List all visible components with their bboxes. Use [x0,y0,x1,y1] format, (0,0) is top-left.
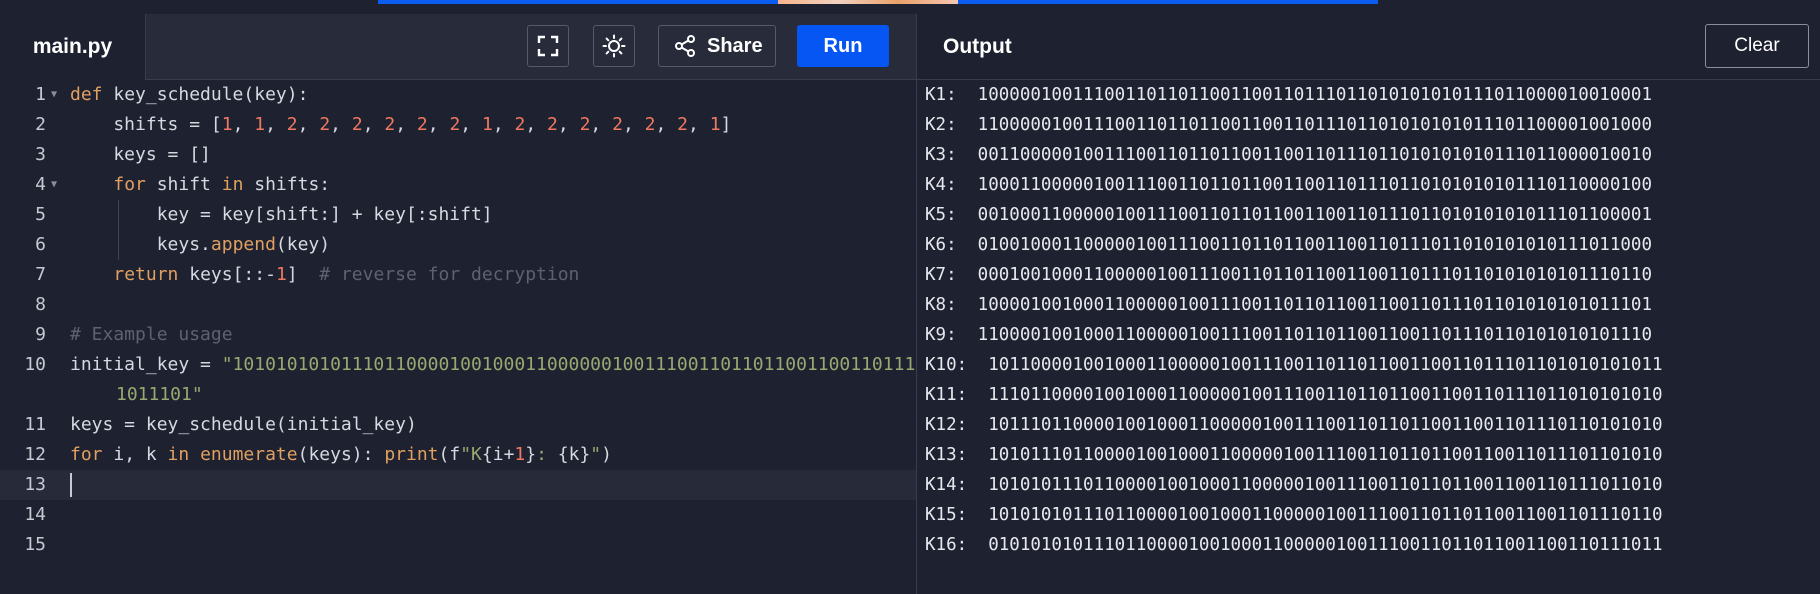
code-line: 11 keys = key_schedule(initial_key) [0,410,916,440]
code-line: 12 for i, k in enumerate(keys): print(f"… [0,440,916,470]
output-line: K8: 100001001000110000010011100110110110… [925,295,1652,315]
text-cursor [70,473,72,497]
output-line: K9: 110000100100011000001001110011011011… [925,325,1652,345]
file-tab-main-py[interactable]: main.py [0,14,146,80]
share-label: Share [707,34,763,57]
code-line: 15 [0,530,916,560]
output-line: K4: 100011000001001110011011011001100110… [925,175,1652,195]
editor-header: main.py Share Run [0,14,916,80]
code-line-wrap: 1011101" [0,380,916,410]
output-line: K12: 10111011000010010001100000100111001… [925,415,1663,435]
output-line: K7: 000100100011000001001110011011011001… [925,265,1652,285]
code-text: keys = [] [70,144,211,165]
code-text: for i, k in enumerate(keys): print(f"K{i… [70,444,612,465]
line-number: 14 [24,504,46,525]
code-line: 14 [0,500,916,530]
line-number: 4 [35,174,46,195]
output-line: K5: 001000110000010011100110110110011001… [925,205,1652,225]
line-number: 2 [35,114,46,135]
line-number: 11 [24,414,46,435]
fullscreen-button[interactable] [527,25,569,67]
output-line: K11: 11101100001001000110000010011100110… [925,385,1663,405]
code-line: 6 keys.append(key) [0,230,916,260]
code-line: 8 [0,290,916,320]
banner-graphic [778,0,958,4]
code-text: keys.append(key) [70,234,331,255]
code-text: # Example usage [70,320,233,350]
code-text: def key_schedule(key): [70,84,309,105]
theme-sun-icon [602,34,626,58]
fold-arrow-icon[interactable]: ▼ [51,170,57,200]
ad-banner[interactable] [378,0,1378,4]
code-text: initial_key = "1010101010111011000010010… [70,354,948,375]
code-comment: # Example usage [70,324,233,345]
code-line: 7 return keys[::-1] # reverse for decryp… [0,260,916,290]
code-line: 3 keys = [] [0,140,916,170]
code-text: key = key[shift:] + key[:shift] [70,204,493,225]
share-icon [675,35,695,57]
output-line: K1: 100000100111001101101100110011011101… [925,85,1652,105]
code-line-active: 13 [0,470,916,500]
line-number: 1 [35,84,46,105]
code-text: shifts = [1, 1, 2, 2, 2, 2, 2, 2, 1, 2, … [70,114,732,135]
output-line: K13: 10101110110000100100011000001001110… [925,445,1663,465]
line-number: 13 [24,474,46,495]
code-comment: # reverse for decryption [319,264,580,285]
output-console: K1: 100000100111001101101100110011011101… [925,80,1663,560]
code-line: 1 ▼ def key_schedule(key): [0,80,916,110]
code-text: for shift in shifts: [113,174,331,195]
output-pane: Output Clear K1: 10000010011100110110110… [916,14,1820,594]
editor-pane: main.py Share Run 1 ▼ def key_schedule(k… [0,14,948,594]
clear-button[interactable]: Clear [1705,24,1809,68]
code-line: 4 ▼ for shift in shifts: [0,170,916,200]
code-text: 1011101" [116,380,203,410]
code-string: "101010101011101100001001000110000001001… [221,354,948,375]
theme-toggle-button[interactable] [593,25,635,67]
output-line: K16: 01010101011101100001001000110000010… [925,535,1663,555]
output-line: K2: 110000010011100110110110011001101110… [925,115,1652,135]
output-line: K3: 001100000100111001101101100110011011… [925,145,1652,165]
line-number: 7 [35,264,46,285]
output-title: Output [943,35,1012,58]
line-number: 15 [24,534,46,555]
run-button[interactable]: Run [797,25,889,67]
code-line: 2 shifts = [1, 1, 2, 2, 2, 2, 2, 2, 1, 2… [0,110,916,140]
line-number: 5 [35,204,46,225]
code-text: keys = key_schedule(initial_key) [70,414,417,435]
line-number: 8 [35,294,46,315]
line-number: 3 [35,144,46,165]
code-editor[interactable]: 1 ▼ def key_schedule(key): 2 shifts = [1… [0,80,948,560]
share-button[interactable]: Share [658,25,776,67]
output-line: K10: 10110000100100011000001001110011011… [925,355,1663,375]
line-number: 10 [24,354,46,375]
output-line: K15: 10101010111011000010010001100000100… [925,505,1663,525]
code-text: return keys[::-1] # reverse for decrypti… [113,264,580,285]
code-line: 10 initial_key = "1010101010111011000010… [0,350,947,380]
line-number: 6 [35,234,46,255]
code-line: 5 key = key[shift:] + key[:shift] [0,200,916,230]
top-strip [0,0,1820,14]
output-line: K6: 010010001100000100111001101101100110… [925,235,1652,255]
fullscreen-icon [537,35,559,57]
fold-arrow-icon[interactable]: ▼ [51,80,57,110]
code-string: 1011101" [116,384,203,405]
output-header: Output Clear [917,14,1820,80]
code-line: 9 # Example usage [0,320,916,350]
line-number: 12 [24,444,46,465]
line-number: 9 [35,324,46,345]
output-line: K14: 10101011101100001001000110000010011… [925,475,1663,495]
